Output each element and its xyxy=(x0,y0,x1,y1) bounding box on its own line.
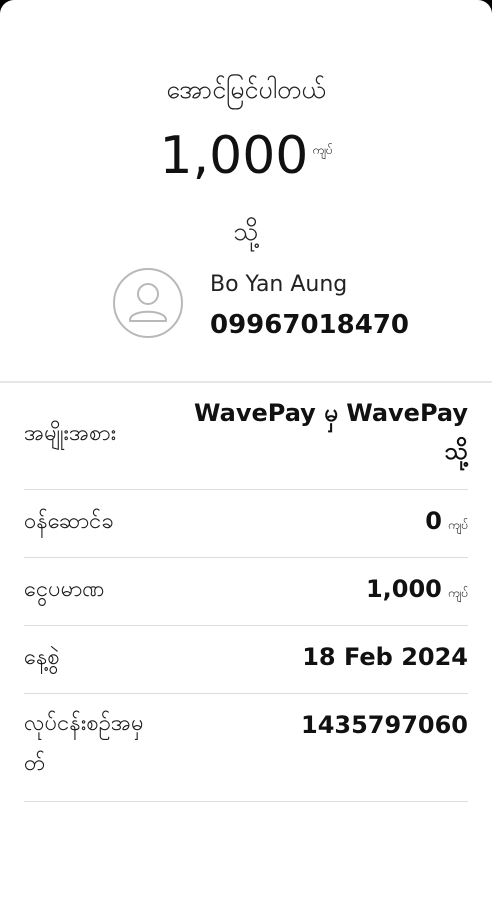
receiver-name: Bo Yan Aung xyxy=(210,272,348,297)
detail-row-transaction: လုပ်ငန်းစဉ်အမှ တ် 1435797060 xyxy=(24,694,468,802)
amount-detail-value: 1,000 ကျပ် xyxy=(366,574,468,608)
fee-value: 0 ကျပ် xyxy=(425,506,468,540)
amount-detail-unit: ကျပ် xyxy=(447,586,468,600)
amount-display: 1,000 ကျပ် xyxy=(0,126,492,186)
section-divider xyxy=(0,381,492,383)
detail-row-date: နေ့စွဲ 18 Feb 2024 xyxy=(24,626,468,694)
fee-unit: ကျပ် xyxy=(447,518,468,532)
date-label: နေ့စွဲ xyxy=(24,645,60,670)
detail-row-fee: ဝန်ဆောင်ခ 0 ကျပ် xyxy=(24,490,468,558)
success-title: အောင်မြင်ပါတယ် xyxy=(166,75,326,104)
receipt-sheet: အောင်မြင်ပါတယ် 1,000 ကျပ် သို့ Bo Yan Aun… xyxy=(0,0,492,908)
type-label: အမျိုးအစား xyxy=(24,421,117,446)
amount-label: ငွေပမာဏ xyxy=(24,577,105,602)
amount-currency: ကျပ် xyxy=(312,143,333,157)
to-label: သို့ xyxy=(233,217,259,247)
user-avatar-icon xyxy=(113,268,183,338)
transaction-id[interactable]: 1435797060 xyxy=(301,710,468,740)
fee-amount: 0 xyxy=(425,507,442,535)
fee-label: ဝန်ဆောင်ခ xyxy=(24,509,114,534)
detail-row-type: အမျိုးအစား WavePay မှ WavePay သို့ xyxy=(24,384,468,490)
transaction-label-line1: လုပ်ငန်းစဉ်အမှ xyxy=(24,711,144,736)
amount-detail-number: 1,000 xyxy=(365,575,442,603)
amount-value: 1,000 xyxy=(159,126,309,186)
type-value-line2: သို့ xyxy=(444,437,468,465)
transaction-label-line2: တ် xyxy=(24,751,46,776)
date-value: 18 Feb 2024 xyxy=(302,643,468,671)
detail-row-amount: ငွေပမာဏ 1,000 ကျပ် xyxy=(24,558,468,626)
receiver-phone: 09967018470 xyxy=(210,310,409,340)
type-value-line1: WavePay မှ WavePay xyxy=(194,399,468,427)
